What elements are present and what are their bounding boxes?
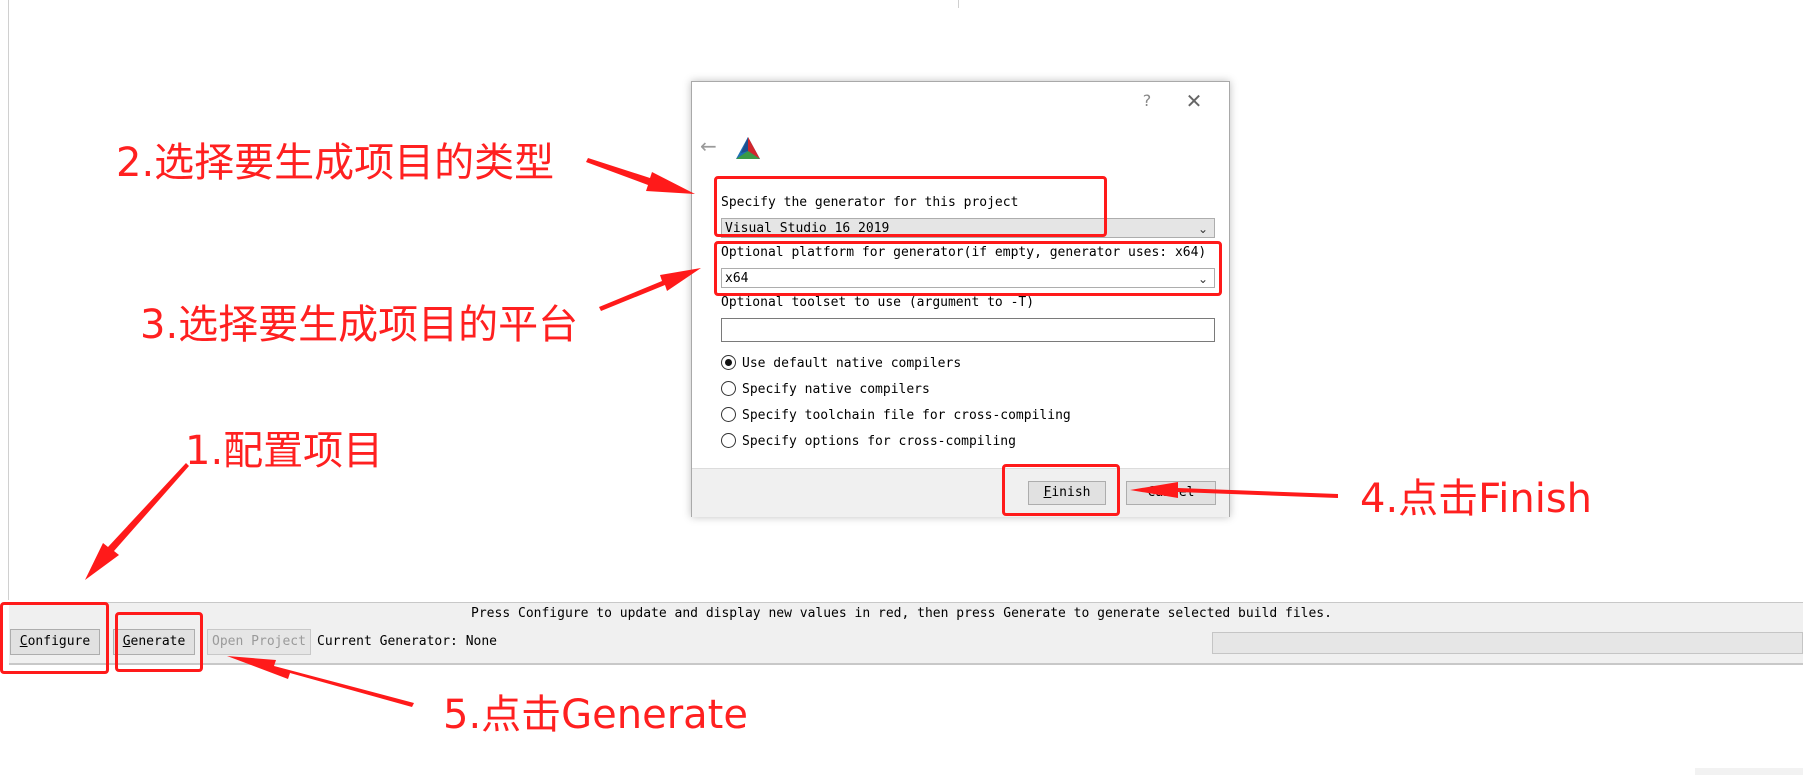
annotation-arrows — [85, 158, 1338, 707]
arrow-step4 — [1130, 482, 1338, 498]
arrow-step1 — [85, 463, 189, 580]
arrow-step5 — [227, 656, 414, 707]
arrow-step2 — [586, 158, 695, 194]
arrow-step3 — [599, 268, 701, 311]
